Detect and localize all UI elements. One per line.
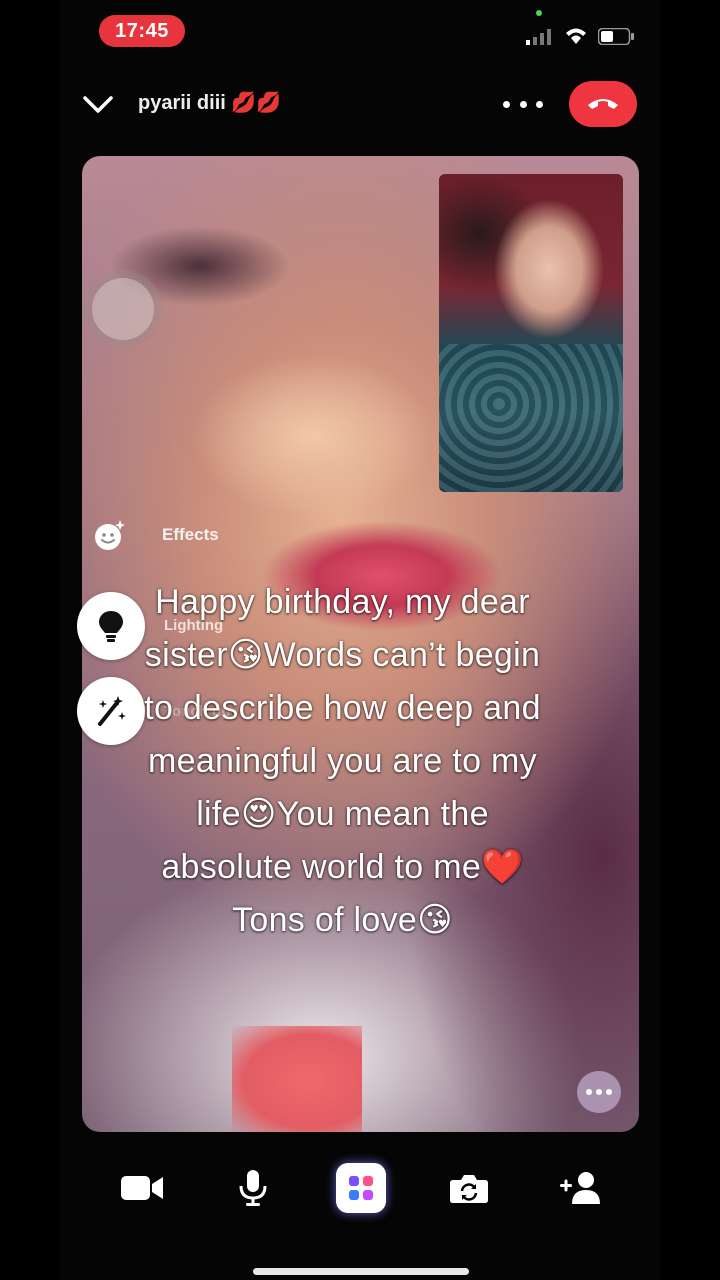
camera-toggle-button[interactable] — [114, 1160, 170, 1216]
wifi-icon — [566, 28, 586, 44]
caption-line: Tons of love😘 — [232, 901, 453, 939]
birthday-caption: Happy birthday, my dear sister😘Words can… — [100, 576, 585, 947]
flip-camera-button[interactable] — [441, 1160, 497, 1216]
more-icon[interactable] — [503, 90, 543, 118]
add-person-icon — [560, 1172, 600, 1204]
home-indicator[interactable] — [253, 1268, 469, 1275]
apps-icon — [349, 1176, 373, 1200]
caption-line: life😍You mean the — [196, 795, 489, 833]
end-call-icon — [588, 99, 618, 109]
self-view-video[interactable] — [439, 174, 623, 492]
caption-line: Happy birthday, my dear — [155, 583, 530, 621]
apps-button[interactable] — [336, 1163, 386, 1213]
video-more-button[interactable] — [577, 1071, 621, 1113]
self-view-shirt — [439, 344, 623, 492]
chevron-down-icon[interactable] — [82, 92, 114, 118]
focus-indicator — [92, 278, 154, 340]
caption-line: meaningful you are to my — [148, 742, 537, 780]
shirt-heart-print — [232, 1026, 362, 1132]
privacy-indicator — [536, 10, 542, 16]
end-call-button[interactable] — [569, 81, 637, 127]
add-person-button[interactable] — [552, 1160, 608, 1216]
mute-button[interactable] — [225, 1160, 281, 1216]
contact-name: pyarii diii 💋💋 — [138, 92, 282, 114]
microphone-icon — [239, 1170, 267, 1206]
effects-control[interactable]: Effects — [92, 518, 219, 552]
effects-smiley-icon — [95, 520, 125, 550]
signal-icon — [526, 29, 551, 45]
video-camera-icon — [121, 1176, 163, 1200]
caption-line: absolute world to me❤️ — [161, 848, 524, 886]
caption-line: to describe how deep and — [144, 689, 541, 727]
flip-camera-icon — [450, 1175, 488, 1203]
battery-icon — [598, 28, 634, 45]
caption-line: sister😘Words can’t begin — [144, 636, 541, 674]
status-time: 17:45 — [99, 15, 185, 47]
effects-label: Effects — [162, 525, 219, 544]
